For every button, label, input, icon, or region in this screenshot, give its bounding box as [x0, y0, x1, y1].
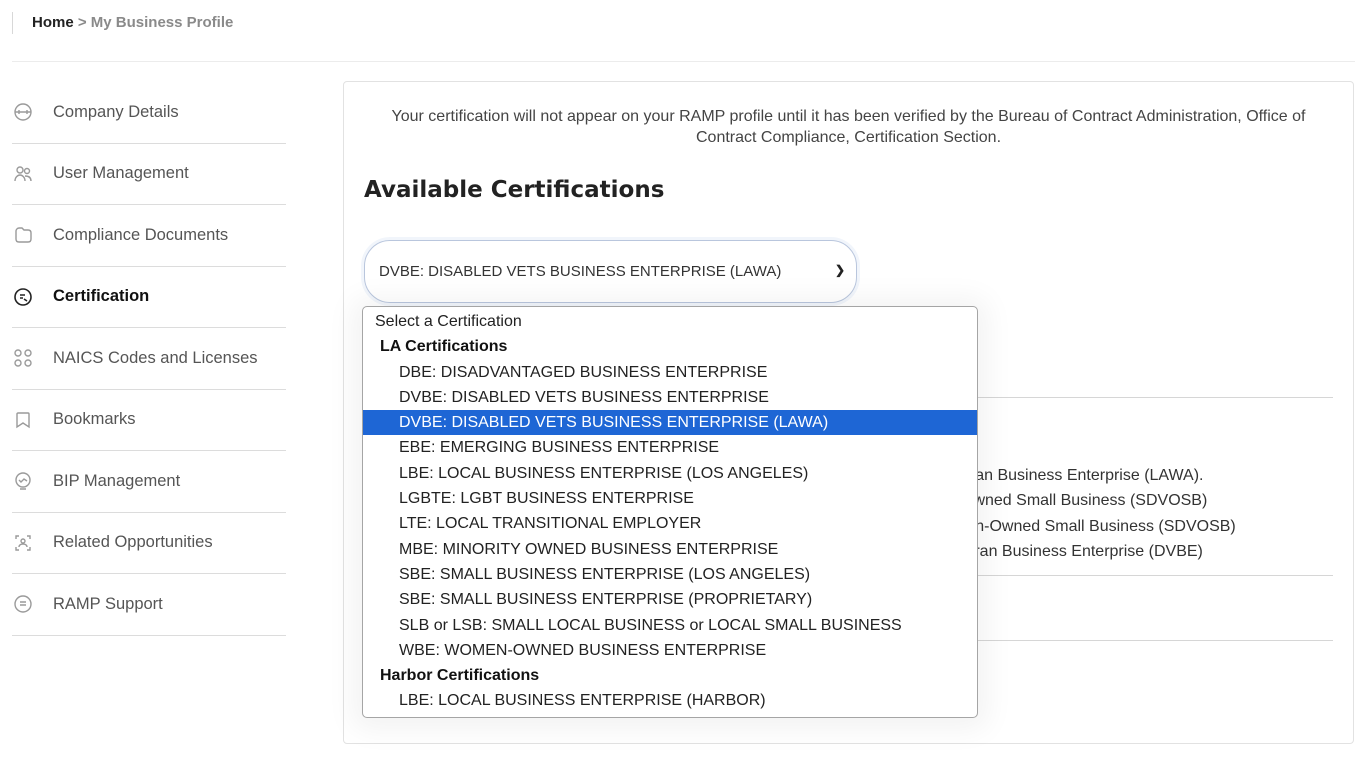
certification-select[interactable]: DVBE: DISABLED VETS BUSINESS ENTERPRISE …	[364, 240, 857, 303]
sidebar: Company Details User Management Complian…	[12, 82, 286, 636]
dropdown-option[interactable]: LGBTE: LGBT BUSINESS ENTERPRISE	[363, 486, 977, 511]
chevron-down-icon: ❯	[834, 263, 845, 277]
breadcrumb-current: My Business Profile	[90, 14, 234, 31]
list-item: eran Business Enterprise (LAWA).	[961, 467, 1204, 484]
sidebar-item-label: Bookmarks	[53, 410, 136, 429]
dropdown-option[interactable]: DVBE: DISABLED VETS BUSINESS ENTERPRISE	[363, 385, 977, 410]
sidebar-item-ramp-support[interactable]: RAMP Support	[12, 574, 286, 636]
monitor-icon	[12, 470, 34, 492]
dropdown-option[interactable]: SBE: SMALL BUSINESS ENTERPRISE (PROPRIET…	[363, 587, 977, 612]
list-item: teran Business Enterprise (DVBE)	[961, 542, 1203, 560]
dropdown-option[interactable]: LBE: LOCAL BUSINESS ENTERPRISE (HARBOR)	[363, 688, 977, 713]
dropdown-option[interactable]: MBE: MINORITY OWNED BUSINESS ENTERPRISE	[363, 537, 977, 562]
section-title: Available Certifications	[364, 177, 665, 203]
breadcrumb-separator: >	[77, 14, 87, 31]
dropdown-option[interactable]: WBE: WOMEN-OWNED BUSINESS ENTERPRISE	[363, 638, 977, 663]
optgroup-la-certifications: LA Certifications	[380, 338, 508, 356]
sidebar-item-label: NAICS Codes and Licenses	[53, 348, 258, 367]
sidebar-item-label: Related Opportunities	[53, 533, 213, 552]
sidebar-item-related-opportunities[interactable]: Related Opportunities	[12, 513, 286, 574]
certification-dropdown-list: Select a Certification LA Certifications…	[362, 306, 978, 718]
dropdown-option[interactable]: EBE: EMERGING BUSINESS ENTERPRISE	[363, 435, 977, 460]
sidebar-item-label: Company Details	[53, 102, 179, 121]
sidebar-item-compliance-documents[interactable]: Compliance Documents	[12, 205, 286, 267]
dropdown-option[interactable]: DBE: DISADVANTAGED BUSINESS ENTERPRISE	[363, 360, 977, 385]
sidebar-item-naics-codes[interactable]: NAICS Codes and Licenses	[12, 328, 286, 390]
select-value: DVBE: DISABLED VETS BUSINESS ENTERPRISE …	[379, 263, 782, 280]
dropdown-placeholder-option[interactable]: Select a Certification	[363, 309, 977, 334]
sidebar-item-label: User Management	[53, 164, 189, 183]
list-item: ran-Owned Small Business (SDVOSB)	[961, 517, 1236, 535]
sidebar-item-certification[interactable]: Certification	[12, 267, 286, 328]
building-icon	[12, 101, 34, 123]
header-divider	[12, 61, 1355, 62]
sidebar-item-company-details[interactable]: Company Details	[12, 82, 286, 144]
list-item: Owned Small Business (SDVOSB)	[961, 492, 1208, 510]
sidebar-item-user-management[interactable]: User Management	[12, 144, 286, 205]
sidebar-item-bip-management[interactable]: BIP Management	[12, 451, 286, 513]
sidebar-item-label: Certification	[53, 287, 150, 306]
dropdown-option[interactable]: LBE: LOCAL BUSINESS ENTERPRISE (LOS ANGE…	[363, 461, 977, 486]
sidebar-item-label: Compliance Documents	[53, 225, 229, 244]
certificate-icon	[12, 286, 34, 308]
bookmark-icon	[12, 409, 34, 431]
support-icon	[12, 593, 34, 615]
users-icon	[12, 163, 34, 185]
verification-notice: Your certification will not appear on yo…	[391, 108, 1306, 146]
dropdown-option[interactable]: SBE: SMALL BUSINESS ENTERPRISE (LOS ANGE…	[363, 562, 977, 587]
sidebar-item-bookmarks[interactable]: Bookmarks	[12, 390, 286, 451]
certification-list: eran Business Enterprise (LAWA). Owned S…	[961, 463, 1236, 564]
dropdown-option[interactable]: LTE: LOCAL TRANSITIONAL EMPLOYER	[363, 511, 977, 536]
dropdown-option[interactable]: SLB or LSB: SMALL LOCAL BUSINESS or LOCA…	[363, 613, 977, 638]
breadcrumb: Home > My Business Profile	[12, 12, 233, 34]
folder-icon	[12, 224, 34, 246]
breadcrumb-home-link[interactable]: Home	[32, 14, 74, 31]
opportunities-icon	[12, 532, 34, 554]
grid-icon	[12, 347, 34, 369]
optgroup-harbor-certifications: Harbor Certifications	[380, 667, 540, 685]
sidebar-item-label: BIP Management	[53, 471, 181, 490]
dropdown-option-selected[interactable]: DVBE: DISABLED VETS BUSINESS ENTERPRISE …	[363, 410, 977, 436]
sidebar-item-label: RAMP Support	[53, 594, 163, 613]
